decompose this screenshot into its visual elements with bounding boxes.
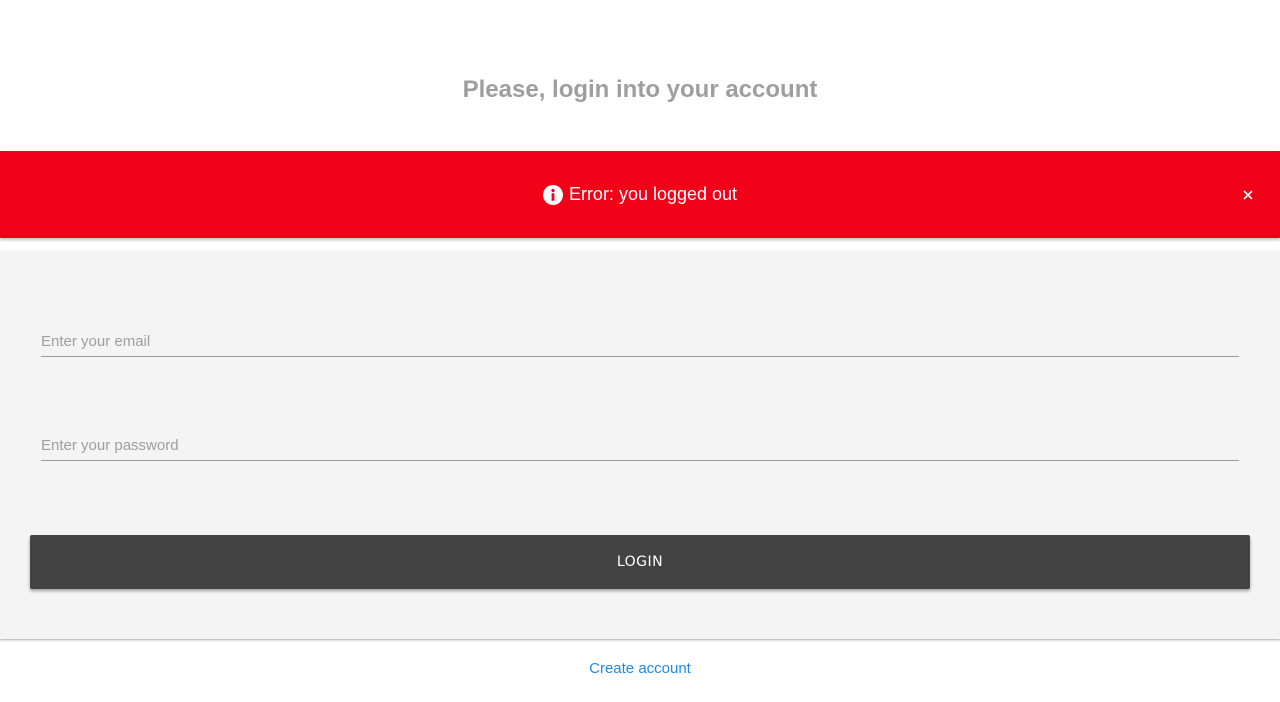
create-account-link[interactable]: Create account (0, 660, 1280, 677)
password-field[interactable] (41, 431, 1239, 461)
close-icon[interactable] (1240, 187, 1256, 203)
alert-message: Error: you logged out (568, 184, 738, 204)
info-icon (542, 184, 563, 205)
login-form: LOGIN (0, 251, 1280, 639)
error-alert: Error: you logged out (0, 151, 1280, 238)
alert-content: Error: you logged out (542, 184, 738, 205)
login-button[interactable]: LOGIN (30, 535, 1250, 589)
login-page: Please, login into your account Error: y… (0, 0, 1280, 702)
page-title: Please, login into your account (462, 76, 818, 103)
email-field[interactable] (41, 327, 1239, 357)
